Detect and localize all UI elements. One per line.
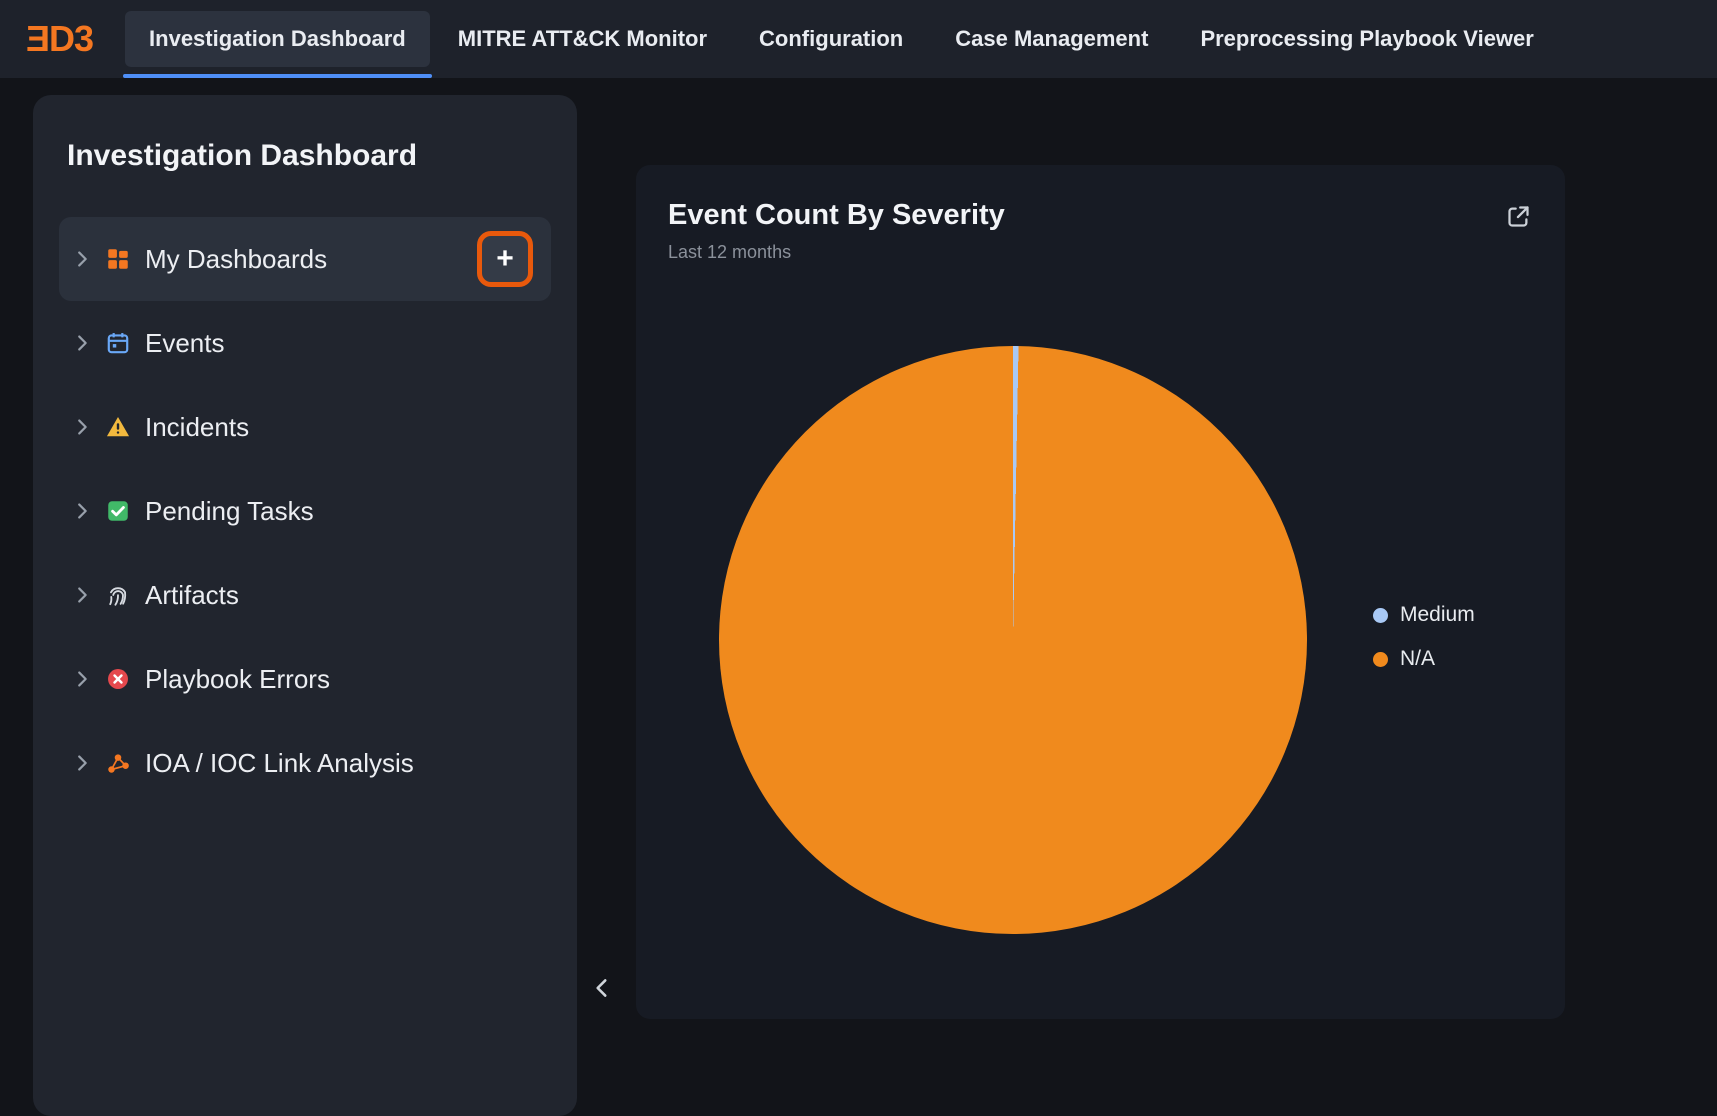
event-count-by-severity-card: Event Count By Severity Last 12 months M… [636, 165, 1565, 1019]
sidebar-item-pending-tasks[interactable]: Pending Tasks [59, 469, 551, 553]
open-in-new-icon [1505, 203, 1532, 230]
chevron-left-icon [589, 975, 615, 1001]
tab-mitre-attck-monitor[interactable]: MITRE ATT&CK Monitor [434, 11, 731, 67]
tab-preprocessing-playbook-viewer[interactable]: Preprocessing Playbook Viewer [1176, 11, 1557, 67]
chart-legend: Medium N/A [1373, 603, 1475, 671]
sidebar-item-label: Events [145, 328, 225, 359]
pie-chart[interactable] [719, 346, 1307, 934]
legend-item-na[interactable]: N/A [1373, 647, 1475, 671]
legend-dot [1373, 608, 1388, 623]
add-dashboard-button[interactable]: + [477, 231, 533, 287]
tab-label: MITRE ATT&CK Monitor [458, 26, 707, 52]
check-square-icon [105, 498, 139, 524]
d3-logo: ƎD3 [26, 0, 93, 78]
calendar-icon [105, 330, 139, 356]
nav-tabs: Investigation Dashboard MITRE ATT&CK Mon… [123, 0, 1560, 78]
chevron-right-icon [71, 416, 105, 438]
error-circle-icon [105, 666, 139, 692]
sidebar-item-label: Playbook Errors [145, 664, 330, 695]
sidebar-item-incidents[interactable]: Incidents [59, 385, 551, 469]
chevron-right-icon [71, 332, 105, 354]
chevron-right-icon [71, 752, 105, 774]
sidebar-panel: Investigation Dashboard My Dashboards + … [33, 95, 577, 1116]
fingerprint-icon [105, 582, 139, 608]
dashboard-grid-icon [105, 246, 139, 272]
sidebar-title: Investigation Dashboard [67, 139, 551, 173]
link-analysis-icon [105, 750, 139, 776]
legend-label: Medium [1400, 603, 1475, 627]
chevron-right-icon [71, 500, 105, 522]
expand-card-button[interactable] [1503, 201, 1533, 231]
sidebar-collapse-button[interactable] [584, 970, 620, 1006]
app-window: ƎD3 Investigation Dashboard MITRE ATT&CK… [0, 0, 1717, 1116]
legend-item-medium[interactable]: Medium [1373, 603, 1475, 627]
tab-label: Configuration [759, 26, 903, 52]
card-title: Event Count By Severity [668, 199, 1533, 232]
tab-configuration[interactable]: Configuration [735, 11, 927, 67]
sidebar-item-label: My Dashboards [145, 244, 327, 275]
sidebar-item-label: Incidents [145, 412, 249, 443]
tab-label: Preprocessing Playbook Viewer [1200, 26, 1533, 52]
tab-investigation-dashboard[interactable]: Investigation Dashboard [125, 11, 430, 67]
sidebar-item-label: IOA / IOC Link Analysis [145, 748, 414, 779]
legend-dot [1373, 652, 1388, 667]
sidebar-item-events[interactable]: Events [59, 301, 551, 385]
sidebar-item-my-dashboards[interactable]: My Dashboards + [59, 217, 551, 301]
sidebar-item-artifacts[interactable]: Artifacts [59, 553, 551, 637]
sidebar-item-label: Pending Tasks [145, 496, 314, 527]
tab-case-management[interactable]: Case Management [931, 11, 1172, 67]
tab-label: Investigation Dashboard [149, 26, 406, 52]
sidebar-item-playbook-errors[interactable]: Playbook Errors [59, 637, 551, 721]
warning-triangle-icon [105, 414, 139, 440]
card-subtitle: Last 12 months [668, 242, 1533, 263]
chevron-right-icon [71, 248, 105, 270]
legend-label: N/A [1400, 647, 1435, 671]
chevron-right-icon [71, 668, 105, 690]
sidebar-item-ioa-ioc-link-analysis[interactable]: IOA / IOC Link Analysis [59, 721, 551, 805]
sidebar-item-label: Artifacts [145, 580, 239, 611]
tab-label: Case Management [955, 26, 1148, 52]
chevron-right-icon [71, 584, 105, 606]
top-navigation-bar: ƎD3 Investigation Dashboard MITRE ATT&CK… [0, 0, 1717, 78]
